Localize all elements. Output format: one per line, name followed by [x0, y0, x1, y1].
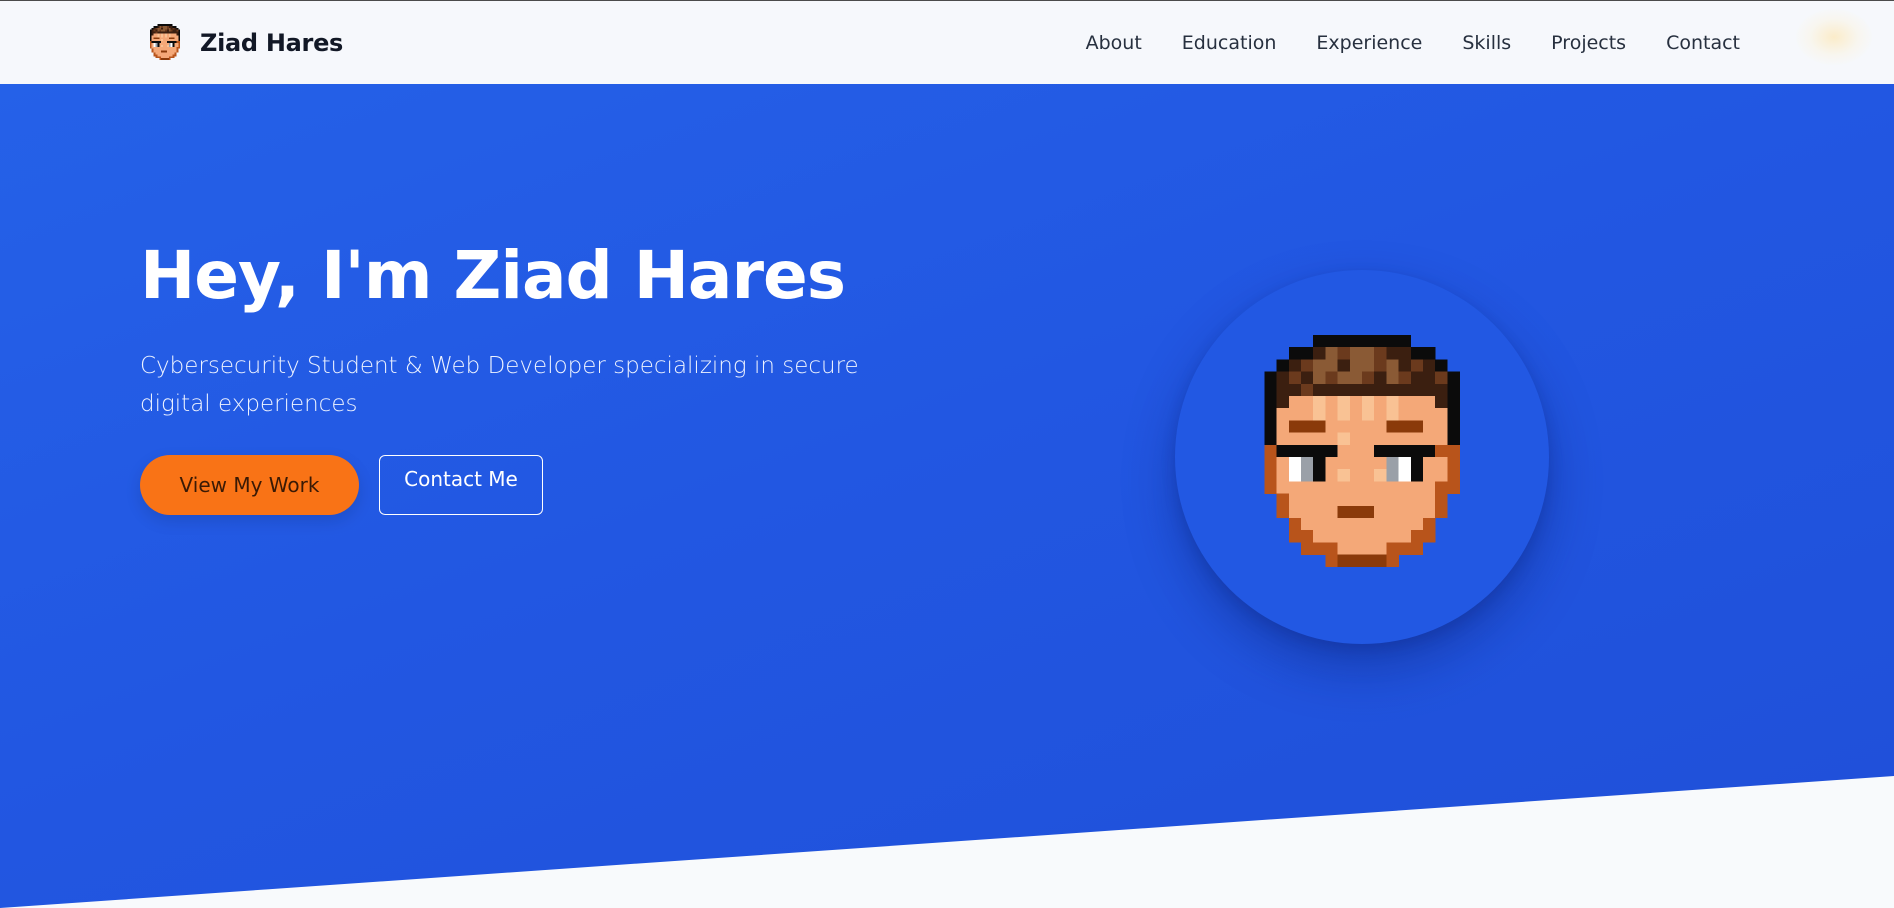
nav-glow-decoration	[1796, 9, 1872, 65]
hero-content: Hey, I'm Ziad Hares Cybersecurity Studen…	[140, 237, 960, 515]
nav-link-education[interactable]: Education	[1182, 32, 1277, 54]
hero-subtitle: Cybersecurity Student & Web Developer sp…	[140, 352, 859, 417]
view-my-work-button[interactable]: View My Work	[140, 454, 359, 515]
brand-link[interactable]: Ziad Hares	[146, 23, 343, 63]
hero-actions: View My Work Contact Me	[140, 454, 960, 515]
page: Ziad Hares About Education Experience Sk…	[0, 0, 1894, 908]
hero-avatar-circle	[1175, 270, 1549, 644]
nav-links: About Education Experience Skills Projec…	[1086, 1, 1740, 85]
brand-name: Ziad Hares	[200, 29, 344, 57]
nav-link-about[interactable]: About	[1086, 32, 1142, 54]
nav-link-experience[interactable]: Experience	[1316, 32, 1422, 54]
navbar: Ziad Hares About Education Experience Sk…	[0, 0, 1894, 84]
nav-link-skills[interactable]: Skills	[1462, 32, 1511, 54]
pixel-avatar-icon	[1264, 335, 1460, 568]
pixel-avatar-icon	[149, 24, 181, 61]
contact-me-button[interactable]: Contact Me	[379, 454, 543, 515]
hero-title: Hey, I'm Ziad Hares	[140, 237, 846, 314]
nav-link-projects[interactable]: Projects	[1551, 32, 1626, 54]
nav-link-contact[interactable]: Contact	[1666, 32, 1740, 54]
